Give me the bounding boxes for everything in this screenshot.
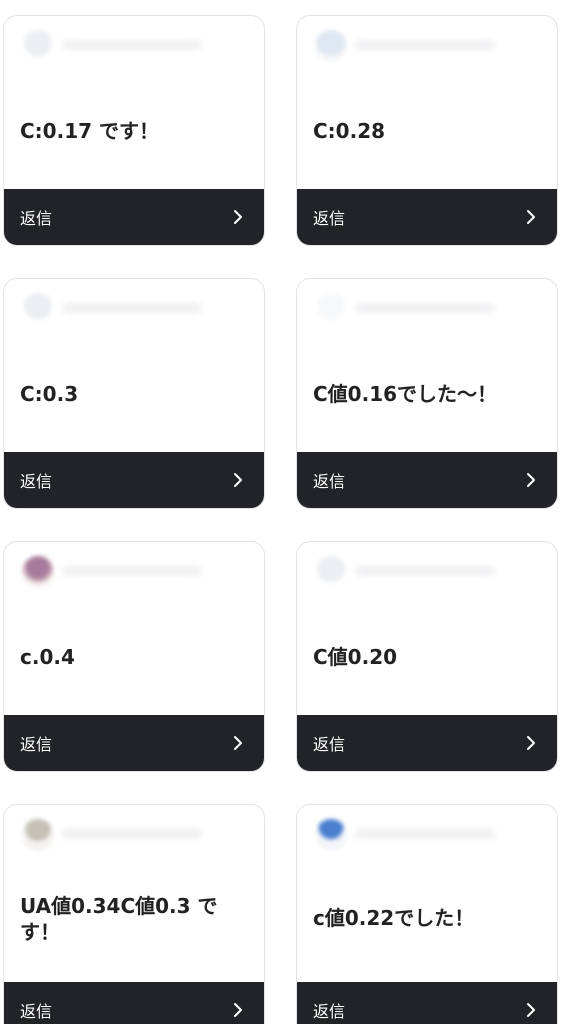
- card-header: [22, 556, 222, 596]
- comment-text: c.0.4: [20, 645, 75, 669]
- reply-label: 返信: [313, 209, 346, 228]
- username-blurred: [355, 40, 495, 50]
- reply-button[interactable]: 返信: [297, 982, 557, 1024]
- card-header: [315, 30, 515, 70]
- reply-button[interactable]: 返信: [4, 189, 264, 245]
- comment-card: UA値0.34C値0.3 です！ 返信: [3, 804, 265, 1024]
- comment-card: C:0.17 です！ 返信: [3, 15, 265, 246]
- chevron-right-icon: [527, 736, 535, 750]
- reply-button[interactable]: 返信: [4, 452, 264, 508]
- reply-label: 返信: [313, 735, 346, 754]
- reply-label: 返信: [20, 735, 53, 754]
- chevron-right-icon: [234, 1003, 242, 1017]
- reply-button[interactable]: 返信: [4, 982, 264, 1024]
- card-header: [315, 293, 515, 333]
- reply-button[interactable]: 返信: [4, 715, 264, 771]
- avatar[interactable]: [315, 556, 347, 588]
- comment-card: c値0.22でした！ 返信: [296, 804, 558, 1024]
- reply-label: 返信: [20, 209, 53, 228]
- username-blurred: [355, 303, 495, 313]
- avatar[interactable]: [315, 293, 347, 325]
- card-header: [315, 556, 515, 596]
- reply-label: 返信: [20, 472, 53, 491]
- avatar[interactable]: [315, 819, 347, 851]
- comment-text: C値0.20: [313, 645, 398, 669]
- card-header: [22, 30, 222, 70]
- chevron-right-icon: [234, 210, 242, 224]
- comment-text: C:0.3: [20, 382, 79, 406]
- comment-text: c値0.22でした！: [313, 906, 475, 930]
- comment-card: C値0.16でした〜！ 返信: [296, 278, 558, 509]
- username-blurred: [355, 566, 495, 576]
- avatar[interactable]: [22, 293, 54, 325]
- chevron-right-icon: [234, 736, 242, 750]
- reply-button[interactable]: 返信: [297, 715, 557, 771]
- chevron-right-icon: [234, 473, 242, 487]
- comment-text: C:0.28: [313, 119, 386, 143]
- avatar[interactable]: [22, 556, 54, 588]
- comment-card: C:0.28 返信: [296, 15, 558, 246]
- reply-label: 返信: [20, 1002, 53, 1021]
- chevron-right-icon: [527, 473, 535, 487]
- reply-label: 返信: [313, 1002, 346, 1021]
- avatar[interactable]: [22, 30, 54, 62]
- comment-text: C値0.16でした〜！: [313, 382, 498, 406]
- card-header: [315, 819, 515, 859]
- reply-button[interactable]: 返信: [297, 452, 557, 508]
- comment-text: UA値0.34C値0.3 です！: [20, 894, 218, 944]
- reply-label: 返信: [313, 472, 346, 491]
- chevron-right-icon: [527, 210, 535, 224]
- username-blurred: [355, 829, 495, 839]
- reply-button[interactable]: 返信: [297, 189, 557, 245]
- username-blurred: [62, 829, 202, 839]
- card-header: [22, 293, 222, 333]
- avatar[interactable]: [22, 819, 54, 851]
- username-blurred: [62, 40, 202, 50]
- comment-text: C:0.17 です！: [20, 119, 159, 143]
- comment-card: C値0.20 返信: [296, 541, 558, 772]
- comment-card: C:0.3 返信: [3, 278, 265, 509]
- username-blurred: [62, 303, 202, 313]
- username-blurred: [62, 566, 202, 576]
- chevron-right-icon: [527, 1003, 535, 1017]
- comment-grid: C:0.17 です！ 返信 C:0.28 返信 C:0.3 返信 C値0.16で…: [0, 0, 574, 1024]
- comment-card: c.0.4 返信: [3, 541, 265, 772]
- card-header: [22, 819, 222, 859]
- avatar[interactable]: [315, 30, 347, 62]
